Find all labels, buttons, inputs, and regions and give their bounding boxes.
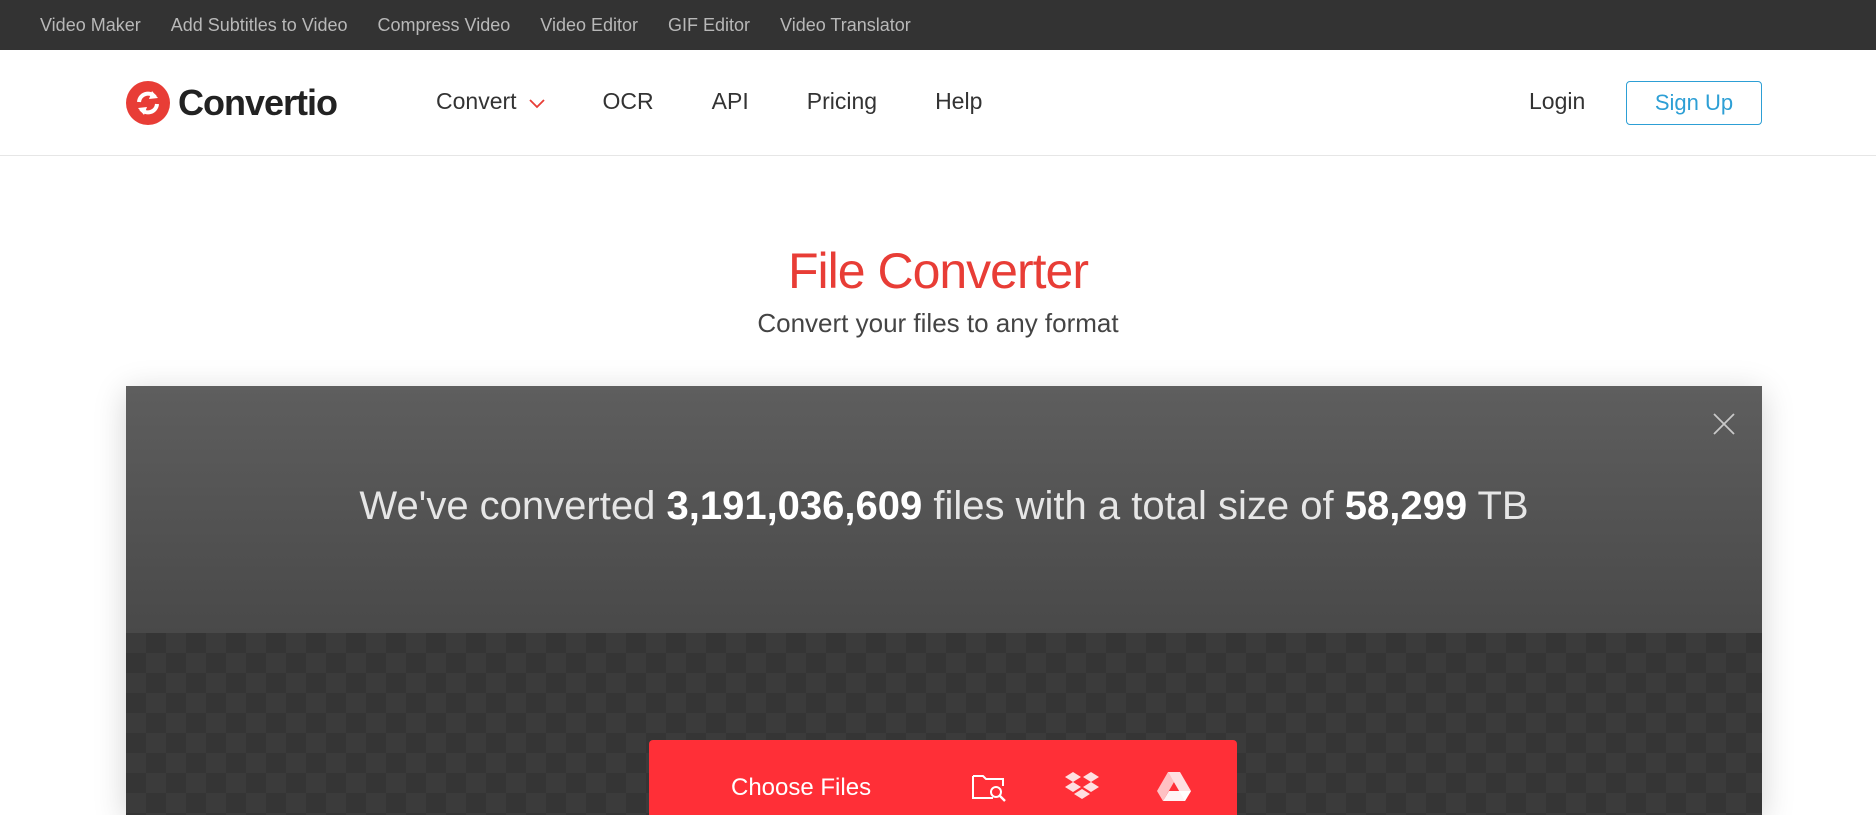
site-header: Convertio Convert OCR API Pricing Help L… (0, 50, 1876, 156)
top-links-bar: Video Maker Add Subtitles to Video Compr… (0, 0, 1876, 50)
chevron-down-icon (528, 88, 545, 115)
login-link[interactable]: Login (1529, 88, 1585, 115)
logo[interactable]: Convertio (126, 80, 338, 126)
nav-ocr[interactable]: OCR (603, 88, 654, 115)
nav-pricing[interactable]: Pricing (807, 88, 877, 115)
converter-panel: We've converted 3,191,036,609 files with… (126, 386, 1762, 815)
logo-text: Convertio (178, 82, 338, 123)
top-link-gif-editor[interactable]: GIF Editor (668, 15, 750, 36)
choose-files-label: Choose Files (731, 774, 872, 801)
page-subtitle: Convert your files to any format (757, 308, 1119, 338)
nav-convert-label: Convert (436, 88, 517, 114)
google-drive-icon[interactable] (1155, 770, 1191, 802)
close-icon[interactable] (1712, 412, 1736, 436)
main-nav: Convert OCR API Pricing Help (436, 88, 1040, 115)
nav-api[interactable]: API (712, 88, 749, 115)
stats-banner: We've converted 3,191,036,609 files with… (126, 386, 1762, 633)
choose-files-button[interactable]: Choose Files (649, 740, 1237, 815)
top-link-compress-video[interactable]: Compress Video (378, 15, 511, 36)
size-unit: TB (1477, 484, 1529, 528)
dropbox-icon[interactable] (1063, 770, 1099, 802)
total-size: 58,299 (1344, 484, 1468, 528)
top-link-video-translator[interactable]: Video Translator (780, 15, 911, 36)
top-link-video-maker[interactable]: Video Maker (40, 15, 141, 36)
stats-middle: files with a total size of (933, 484, 1334, 528)
nav-convert[interactable]: Convert (436, 88, 545, 115)
stats-text: We've converted 3,191,036,609 files with… (126, 484, 1762, 529)
page-title: File Converter (788, 243, 1089, 299)
top-link-video-editor[interactable]: Video Editor (540, 15, 638, 36)
nav-help[interactable]: Help (935, 88, 982, 115)
folder-search-icon[interactable] (971, 770, 1007, 802)
logo-icon (126, 81, 170, 125)
top-link-add-subtitles[interactable]: Add Subtitles to Video (171, 15, 348, 36)
signup-button[interactable]: Sign Up (1626, 81, 1762, 125)
stats-prefix: We've converted (359, 484, 656, 528)
files-count: 3,191,036,609 (666, 484, 923, 528)
